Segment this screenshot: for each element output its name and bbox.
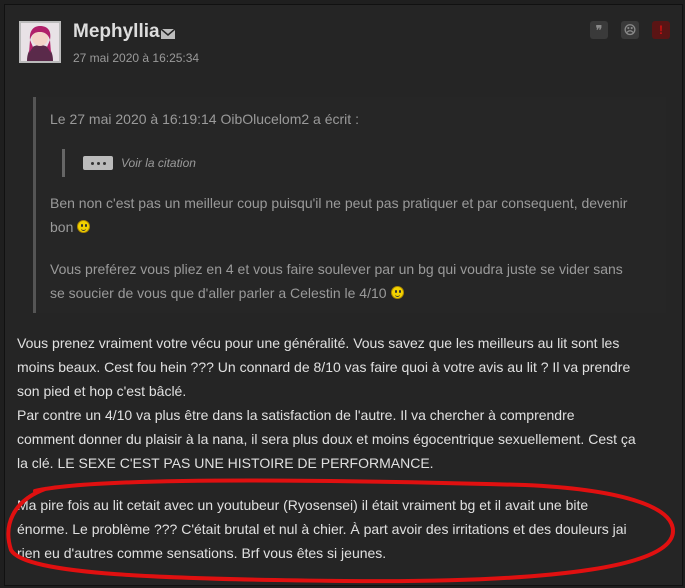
body-line: rien eu d'autres comme sensations. Brf v… (17, 545, 387, 561)
body-line: Par contre un 4/10 va plus être dans la … (17, 407, 575, 423)
nested-quote: Voir la citation (62, 149, 196, 177)
body-line: énorme. Le problème ??? C'était brutal e… (17, 521, 627, 537)
avatar-image (21, 23, 59, 61)
quote-header: Le 27 mai 2020 à 16:19:14 OibOlucelom2 a… (50, 111, 359, 127)
quote-line-text: se soucier de vous que d'aller parler a … (50, 285, 387, 301)
quote-line-text: bon (50, 219, 74, 235)
avatar[interactable] (19, 21, 61, 63)
quote-line: Ben non c'est pas un meilleur coup puisq… (50, 195, 628, 211)
body-line: Ma pire fois au lit cetait avec un youtu… (17, 497, 589, 513)
mail-icon[interactable] (160, 26, 176, 44)
body-line: Vous prenez vraiment votre vécu pour une… (17, 335, 620, 351)
smiley-icon (390, 286, 404, 299)
body-line: comment donner du plaisir à la nana, il … (17, 431, 636, 447)
expand-quote-button[interactable] (83, 156, 113, 170)
blockquote: Le 27 mai 2020 à 16:19:14 OibOlucelom2 a… (33, 97, 666, 313)
neutral-face-icon[interactable]: ☹ (621, 21, 639, 39)
smiley-icon (77, 220, 91, 233)
quote-line: bon (50, 215, 660, 239)
quote-icon[interactable]: ❞ (590, 21, 608, 39)
quote-line: se soucier de vous que d'aller parler a … (50, 281, 660, 305)
post-date[interactable]: 27 mai 2020 à 16:25:34 (73, 51, 199, 65)
quote-line: Vous preférez vous pliez en 4 et vous fa… (50, 261, 623, 277)
forum-post: Mephyllia 27 mai 2020 à 16:25:34 ❞ ☹ ! L… (4, 4, 683, 586)
body-line: son pied et hop c'est bâclé. (17, 383, 187, 399)
body-line: moins beaux. Cest fou hein ??? Un connar… (17, 359, 631, 375)
author-name[interactable]: Mephyllia (73, 21, 160, 43)
body-line: la clé. LE SEXE C'EST PAS UNE HISTOIRE D… (17, 455, 434, 471)
report-icon[interactable]: ! (652, 21, 670, 39)
view-quote-link[interactable]: Voir la citation (121, 156, 196, 170)
